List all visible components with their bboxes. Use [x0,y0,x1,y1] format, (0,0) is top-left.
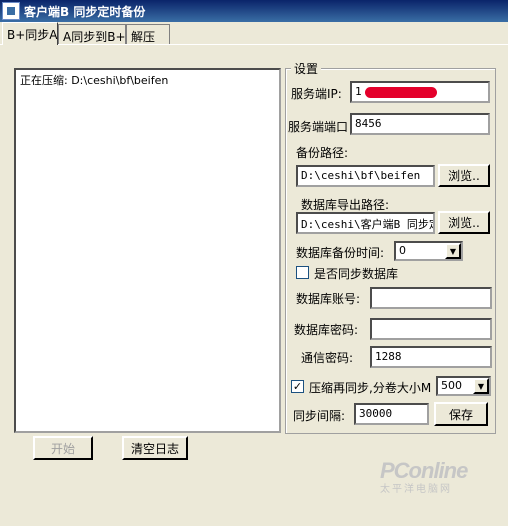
db-backup-time-value: 0 [399,244,406,257]
comm-password-input[interactable]: 1288 [370,346,492,368]
tab-divider [0,44,508,45]
title-bar[interactable]: 客户端B 同步定时备份 [0,0,508,22]
backup-path-label: 备份路径: [296,146,349,160]
comm-password-label: 通信密码: [301,351,354,365]
db-password-input[interactable] [370,318,492,340]
volume-size-value: 500 [441,379,462,392]
start-button[interactable]: 开始 [33,436,93,460]
db-backup-time-select[interactable]: 0 ▼ [394,241,463,261]
redaction-mark [365,87,437,98]
check-icon: ✓ [292,380,303,393]
db-export-path-input[interactable]: D:\ceshi\客户端B 同步定 [296,212,435,234]
server-ip-label: 服务端IP: [291,87,342,101]
server-ip-value: 1 [355,85,362,98]
server-port-input[interactable]: 8456 [350,113,490,135]
sync-db-label: 是否同步数据库 [314,267,399,281]
db-account-input[interactable] [370,287,492,309]
db-export-path-label: 数据库导出路径: [301,198,390,212]
watermark: PConline 太平洋电脑网 [380,458,468,495]
server-port-label: 服务端端口 [288,120,349,134]
tab-a-sync-b[interactable]: A同步到B+ [58,24,126,44]
log-textarea[interactable]: 正在压缩: D:\ceshi\bf\beifen [14,68,281,433]
chevron-down-icon[interactable]: ▼ [473,378,489,394]
db-backup-time-label: 数据库备份时间: [296,246,385,260]
settings-group-title: 设置 [291,60,322,77]
tab-b-sync-a[interactable]: B+同步A [2,22,58,45]
sync-interval-label: 同步间隔: [293,409,346,423]
log-line: 正在压缩: D:\ceshi\bf\beifen [20,74,169,87]
clear-log-button[interactable]: 清空日志 [122,436,188,460]
compress-checkbox[interactable]: ✓ [291,380,304,393]
app-icon [2,2,20,20]
volume-size-select[interactable]: 500 ▼ [436,376,491,396]
window-title: 客户端B 同步定时备份 [24,4,146,19]
compress-label: 压缩再同步,分卷大小M [309,381,432,395]
db-account-label: 数据库账号: [296,292,361,306]
save-button[interactable]: 保存 [434,402,488,426]
chevron-down-icon[interactable]: ▼ [445,243,461,259]
sync-interval-input[interactable]: 30000 [354,403,429,425]
browse-backup-button[interactable]: 浏览.. [438,164,490,187]
server-ip-input[interactable]: 1 [350,81,490,103]
tab-decompress[interactable]: 解压 [126,24,170,44]
browse-db-export-button[interactable]: 浏览.. [438,211,490,234]
db-password-label: 数据库密码: [294,323,359,337]
backup-path-input[interactable]: D:\ceshi\bf\beifen [296,165,435,187]
sync-db-checkbox[interactable] [296,266,309,279]
